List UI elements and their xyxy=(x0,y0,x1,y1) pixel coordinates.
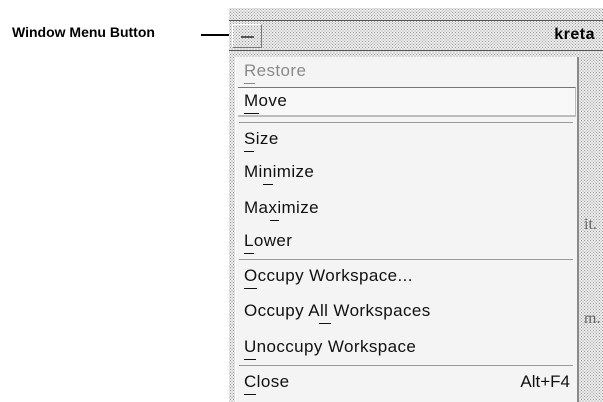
menu-item-occupy-all-workspaces[interactable]: Occupy All Workspaces xyxy=(236,297,576,327)
mnemonic-underline xyxy=(263,184,273,185)
menu-item-occupy-workspace[interactable]: Occupy Workspace... xyxy=(236,262,576,292)
menu-item-label: Occupy Workspace... xyxy=(244,266,413,285)
background-text-fragment: it. xyxy=(584,216,597,233)
window-menu: Restore Move Size Minimize Maximize Lowe… xyxy=(235,57,579,402)
menu-item-lower[interactable]: Lower xyxy=(236,227,576,257)
background-text-fragment: m. xyxy=(584,310,601,327)
menu-item-label: Lower xyxy=(244,231,293,250)
window-title-bar[interactable] xyxy=(229,22,603,52)
mnemonic-underline xyxy=(244,83,255,84)
mnemonic-underline xyxy=(244,151,254,152)
menu-item-shortcut: Alt+F4 xyxy=(520,372,570,391)
mnemonic-underline xyxy=(244,359,256,360)
mnemonic-underline xyxy=(244,288,257,289)
window-title: kreta xyxy=(554,26,595,43)
window-menu-bar-icon xyxy=(241,36,254,38)
menu-item-label: Minimize xyxy=(244,162,315,181)
mnemonic-underline xyxy=(270,220,279,221)
menu-item-label: Occupy All Workspaces xyxy=(244,301,431,320)
mnemonic-underline xyxy=(319,323,331,324)
menu-item-restore[interactable]: Restore xyxy=(236,57,576,87)
menu-item-maximize[interactable]: Maximize xyxy=(236,194,576,224)
menu-separator xyxy=(239,122,573,123)
callout-label: Window Menu Button xyxy=(12,24,155,40)
menu-item-size[interactable]: Size xyxy=(236,125,576,155)
menu-item-label: Unoccupy Workspace xyxy=(244,337,417,356)
menu-separator xyxy=(239,259,573,260)
menu-item-label: Move xyxy=(244,91,288,110)
menu-item-label: Restore xyxy=(244,61,307,80)
menu-item-minimize[interactable]: Minimize xyxy=(236,158,576,188)
menu-item-move[interactable]: Move xyxy=(238,87,576,117)
title-bar-top-edge xyxy=(229,20,603,21)
mnemonic-underline xyxy=(244,113,259,114)
menu-item-label: Maximize xyxy=(244,198,319,217)
screenshot-stage: Window Menu Button kreta it. m. Restore … xyxy=(0,0,603,402)
menu-item-label: Size xyxy=(244,129,279,148)
menu-item-unoccupy-workspace[interactable]: Unoccupy Workspace xyxy=(236,333,576,363)
menu-separator xyxy=(239,365,573,366)
title-bar-bottom-edge xyxy=(229,50,603,51)
mnemonic-underline xyxy=(244,394,256,395)
mnemonic-underline xyxy=(244,253,254,254)
window-menu-button[interactable] xyxy=(232,24,262,48)
menu-item-close[interactable]: Close Alt+F4 xyxy=(236,368,576,398)
menu-item-label: Close xyxy=(244,372,290,391)
